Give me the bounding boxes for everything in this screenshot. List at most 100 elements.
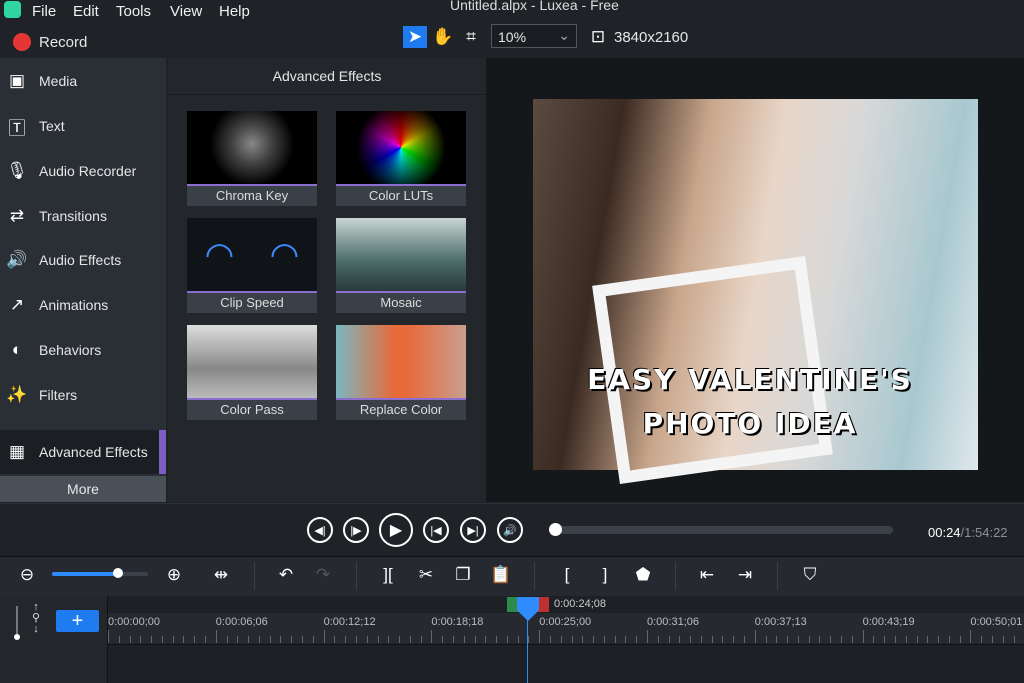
zoom-out-icon[interactable]: ⊖ [16,564,38,586]
marker-icon[interactable]: ⬟ [632,564,654,586]
record-icon[interactable] [13,33,31,51]
ruler-tick [636,636,638,643]
sidebar-item-label: Audio Effects [39,252,122,268]
ruler-tick [1002,636,1004,643]
mark-in-icon[interactable]: [ [556,564,578,586]
ruler-tick [377,636,379,643]
ruler-tick [496,636,498,643]
zoom-select[interactable]: 10% ⌄ [491,24,577,48]
sidebar-item-audio-effects[interactable]: 🔊 Audio Effects [0,238,166,282]
panel-title: Advanced Effects [168,58,486,95]
ruler-tick [205,636,207,643]
undo-icon[interactable]: ↶ [275,564,297,586]
seek-handle[interactable] [549,523,562,536]
ruler-tick [355,636,357,643]
sidebar-item-text[interactable]: 🅃 Text [0,104,166,148]
media-icon: ▣ [8,71,26,90]
sidebar-item-media[interactable]: ▣ Media [0,59,166,103]
hand-tool-icon[interactable]: ✋ [431,26,455,48]
ruler-tick [452,636,454,643]
effect-clip-speed[interactable]: ◠ ◠ Clip Speed [187,218,317,315]
sidebar-item-filters[interactable]: ✨ Filters [0,373,166,417]
go-to-out-icon[interactable]: ⇥ [734,564,756,586]
ruler-tick [560,636,562,643]
current-time: 00:24 [928,525,961,540]
sidebar-item-advanced-effects[interactable]: ▦ Advanced Effects [0,430,166,474]
ruler-tick-label: 0:00:37;13 [754,616,807,628]
ruler-tick-label: 0:00:12;12 [323,616,376,628]
title-overlay[interactable]: EASY VALENTINE'S PHOTO IDEA [560,358,940,446]
redo-icon[interactable]: ↷ [312,564,334,586]
add-marker-icon[interactable]: ⛉ [799,564,821,586]
sidebar-item-audio-recorder[interactable]: 🎙 Audio Recorder [0,149,166,193]
ruler-tick [528,636,530,643]
effects-panel: Advanced Effects Chroma Key Color LUTs ◠… [168,58,486,502]
play-icon[interactable]: ▶ [379,513,413,547]
ruler-tick [991,636,993,643]
ruler-tick [668,636,670,643]
split-icon[interactable]: ][ [377,564,399,586]
ruler-tick [873,636,875,643]
ruler-tick [409,636,411,643]
more-button[interactable]: More [0,476,166,502]
timeline-toolbar [0,556,1024,596]
skip-end-icon[interactable]: ▶| [460,517,486,543]
menu-file[interactable]: File [32,3,56,20]
ruler-tick [614,636,616,643]
record-button[interactable]: Record [39,34,87,51]
effect-label: Replace Color [336,400,466,420]
sidebar-item-behaviors[interactable]: ◐ Behaviors [0,328,166,372]
ruler-tick [808,636,810,643]
ruler-tick [506,636,508,643]
ruler-tick [431,630,433,643]
ruler-tick [172,636,174,643]
ruler-tick [959,636,961,643]
ruler-tick [366,636,368,643]
select-tool-icon[interactable]: ➤ [403,26,427,48]
mark-out-icon[interactable]: ] [594,564,616,586]
go-to-in-icon[interactable]: ⇤ [696,564,718,586]
resolution-label: 3840x2160 [614,29,689,46]
zoom-in-icon[interactable]: ⊕ [163,564,185,586]
effect-replace-color[interactable]: Replace Color [336,325,466,422]
seek-bar[interactable] [555,526,893,534]
add-track-button[interactable]: + [56,610,99,632]
transitions-icon: ⇄ [9,206,25,225]
effect-mosaic[interactable]: Mosaic [336,218,466,315]
time-display: 00:24/1:54:22 [928,525,1008,540]
menu-edit[interactable]: Edit [73,3,99,20]
menu-tools[interactable]: Tools [116,3,151,20]
paste-icon[interactable]: 📋 [490,564,512,586]
effect-color-luts[interactable]: Color LUTs [336,111,466,208]
resolution-icon[interactable]: ⊡ [586,26,610,48]
divider [254,562,255,590]
sidebar-item-label: Transitions [39,208,107,224]
ruler-tick [884,636,886,643]
effect-chroma-key[interactable]: Chroma Key [187,111,317,208]
menu-help[interactable]: Help [219,3,250,20]
timeline-zoom-handle[interactable] [113,568,123,578]
ruler-tick [280,636,282,643]
effect-color-pass[interactable]: Color Pass [187,325,317,422]
ruler-tick [161,636,163,643]
track-height-handle[interactable] [14,634,20,640]
ruler-tick [970,630,972,643]
ruler-tick [1013,636,1015,643]
sidebar-item-transitions[interactable]: ⇄ Transitions [0,194,166,238]
arrow-icon: ↗ [9,295,25,314]
cut-icon[interactable]: ✂ [415,564,437,586]
menu-view[interactable]: View [170,3,202,20]
ruler-tick [118,636,120,643]
volume-icon[interactable]: 🔊 [497,517,523,543]
ruler-tick [765,636,767,643]
crop-tool-icon[interactable]: ⌗ [459,26,483,48]
skip-start-icon[interactable]: |◀ [423,517,449,543]
track-zoom-icon[interactable]: ↑ ⚲ ↓ [32,602,40,635]
copy-icon[interactable]: ❐ [452,564,474,586]
divider [534,562,535,590]
fit-timeline-icon[interactable]: ⇹ [210,564,232,586]
sidebar-item-animations[interactable]: ↗ Animations [0,283,166,327]
next-frame-icon[interactable]: |▶ [343,517,369,543]
ruler-tick [248,636,250,643]
prev-frame-icon[interactable]: ◀| [307,517,333,543]
